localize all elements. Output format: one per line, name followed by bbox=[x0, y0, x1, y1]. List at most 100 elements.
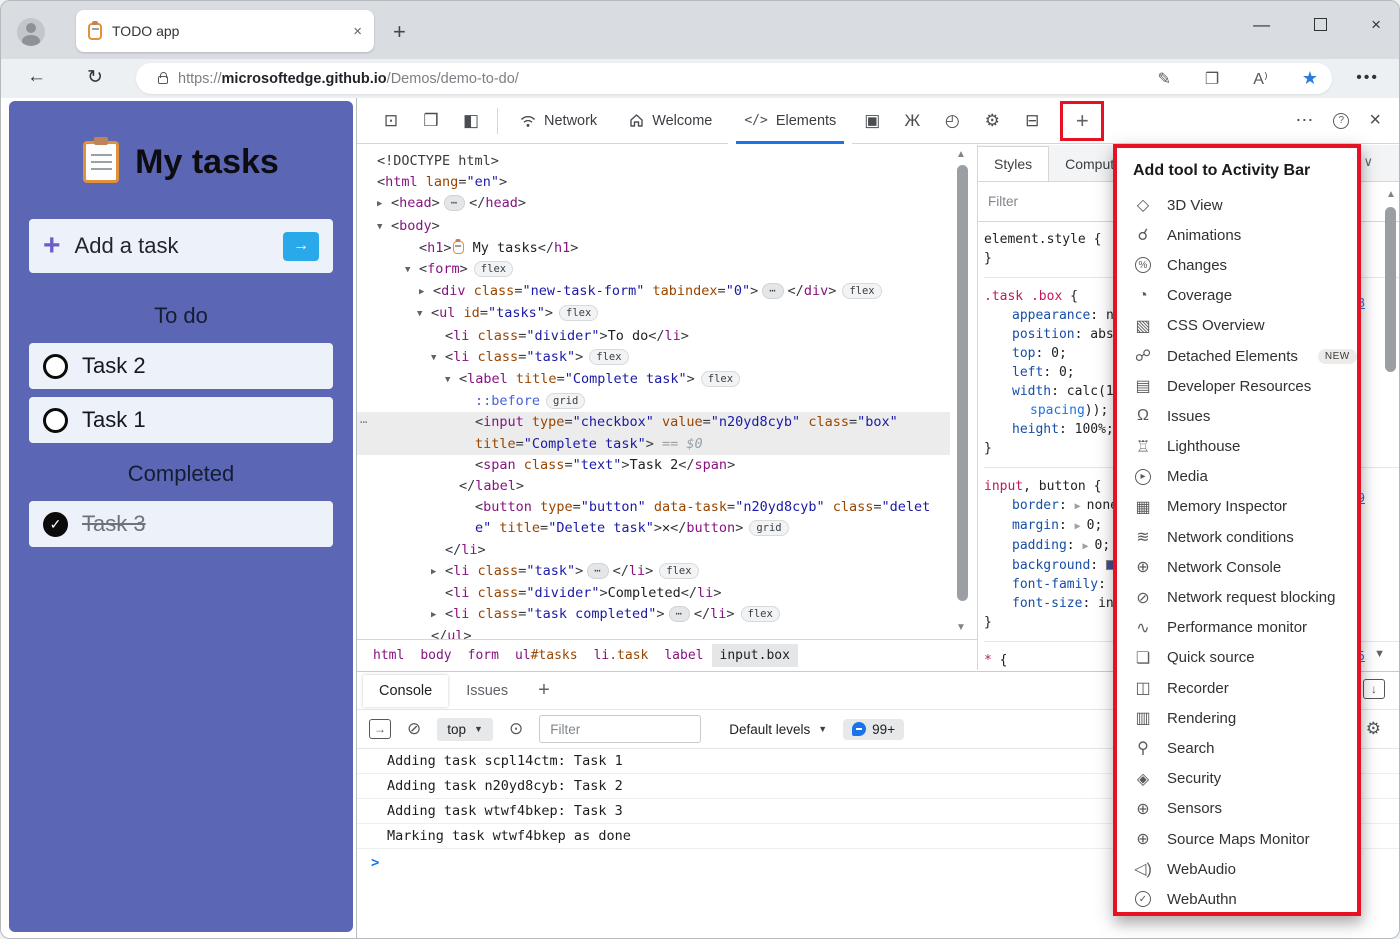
menu-item-search[interactable]: ⚲Search bbox=[1131, 733, 1357, 763]
layout-badge[interactable]: grid bbox=[546, 393, 585, 409]
device-emulation-icon[interactable]: ❒ bbox=[411, 111, 451, 131]
dom-tree-line[interactable]: <html lang="en"> bbox=[357, 172, 950, 193]
console-sidebar-icon[interactable]: → bbox=[369, 719, 391, 739]
submit-task-button[interactable]: → bbox=[283, 232, 319, 261]
tab-network[interactable]: Network bbox=[504, 98, 613, 144]
dom-tree-line[interactable]: <h1> My tasks</h1> bbox=[357, 238, 950, 259]
dom-tree-line[interactable]: <li class="divider">To do</li> bbox=[357, 326, 950, 347]
tab-close-icon[interactable]: × bbox=[353, 23, 362, 40]
breadcrumb-item[interactable]: body bbox=[412, 644, 459, 667]
window-minimize-button[interactable]: — bbox=[1253, 15, 1270, 35]
layout-badge[interactable]: flex bbox=[589, 349, 628, 365]
collapsed-dots-icon[interactable]: ⋯ bbox=[669, 606, 690, 622]
dom-tree-line[interactable]: ▶<li class="task">⋯</li>flex bbox=[357, 561, 950, 583]
menu-item-source-maps-monitor[interactable]: ⊕Source Maps Monitor bbox=[1131, 824, 1357, 854]
menu-item-css-overview[interactable]: ▧CSS Overview bbox=[1131, 311, 1357, 341]
console-drawer-icon[interactable]: ▣ bbox=[852, 111, 892, 131]
dom-tree-line[interactable]: <button type="button" data-task="n20yd8c… bbox=[357, 497, 950, 518]
menu-item-quick-source[interactable]: ❏Quick source bbox=[1131, 643, 1357, 673]
checkbox-circle-icon[interactable] bbox=[43, 354, 68, 379]
tab-issues[interactable]: Issues bbox=[450, 675, 524, 707]
menu-item-network-console[interactable]: ⊕Network Console bbox=[1131, 552, 1357, 582]
breadcrumb-item[interactable]: label bbox=[656, 644, 711, 667]
menu-item-issues[interactable]: ΩIssues bbox=[1131, 401, 1357, 431]
refresh-button[interactable]: ↻ bbox=[87, 66, 103, 89]
favorite-star-icon[interactable]: ★ bbox=[1302, 68, 1318, 89]
menu-item-network-request-blocking[interactable]: ⊘Network request blocking bbox=[1131, 582, 1357, 612]
dom-tree-line[interactable]: title="Complete task"> == $0 bbox=[357, 434, 950, 455]
scroll-down-icon[interactable]: ▼ bbox=[956, 622, 966, 633]
live-expression-eye-icon[interactable]: ⊙ bbox=[509, 719, 523, 739]
dom-tree-line[interactable]: ▼<form>flex bbox=[357, 259, 950, 281]
add-drawer-tab-button[interactable]: + bbox=[526, 679, 562, 702]
dom-tree-line[interactable]: ▼<ul id="tasks">flex bbox=[357, 303, 950, 325]
expand-arrow-icon[interactable]: ▶ bbox=[419, 282, 433, 303]
collapse-arrow-icon[interactable]: ▼ bbox=[405, 260, 419, 281]
dom-tree-line[interactable]: ▶<div class="new-task-form" tabindex="0"… bbox=[357, 281, 950, 303]
profile-avatar[interactable] bbox=[17, 18, 45, 46]
expand-arrow-icon[interactable]: ▶ bbox=[431, 562, 445, 583]
tab-welcome[interactable]: Welcome bbox=[613, 98, 728, 144]
dom-tree-line[interactable]: ▼<li class="task">flex bbox=[357, 347, 950, 369]
layout-badge[interactable]: flex bbox=[741, 606, 780, 622]
dom-tree-line[interactable]: <li class="divider">Completed</li> bbox=[357, 583, 950, 604]
edit-page-icon[interactable]: ✎ bbox=[1158, 69, 1171, 89]
menu-item-performance-monitor[interactable]: ∿Performance monitor bbox=[1131, 613, 1357, 643]
performance-gauge-icon[interactable]: ◴ bbox=[932, 111, 972, 131]
dom-tree-line[interactable]: e" title="Delete task">✕</button>grid bbox=[357, 518, 950, 539]
dock-drawer-icon[interactable]: ↓ bbox=[1363, 679, 1385, 699]
task-row-completed[interactable]: ✓ Task 3 bbox=[29, 501, 333, 547]
task-row[interactable]: Task 2 bbox=[29, 343, 333, 389]
read-aloud-icon[interactable]: A⁾ bbox=[1253, 69, 1268, 89]
collapsed-dots-icon[interactable]: ⋯ bbox=[444, 195, 465, 211]
menu-item-changes[interactable]: %Changes bbox=[1131, 250, 1357, 280]
window-maximize-button[interactable] bbox=[1314, 18, 1327, 31]
menu-item-memory-inspector[interactable]: ▦Memory Inspector bbox=[1131, 492, 1357, 522]
dom-tree-line[interactable]: ::beforegrid bbox=[357, 391, 950, 412]
dom-tree-line[interactable]: </ul> bbox=[357, 626, 950, 639]
dom-tree-line[interactable]: </li> bbox=[357, 540, 950, 561]
collapse-arrow-icon[interactable]: ▼ bbox=[417, 304, 431, 325]
dom-tree-line[interactable]: ▶<li class="task completed">⋯</li>flex bbox=[357, 604, 950, 626]
back-button[interactable]: ← bbox=[27, 66, 46, 88]
menu-item-security[interactable]: ◈Security bbox=[1131, 764, 1357, 794]
scrollbar-thumb[interactable] bbox=[957, 165, 968, 601]
menu-item-animations[interactable]: ☌Animations bbox=[1131, 220, 1357, 250]
menu-item-recorder[interactable]: ◫Recorder bbox=[1131, 673, 1357, 703]
menu-item-webauthn[interactable]: ✓WebAuthn bbox=[1131, 884, 1357, 912]
menu-item-lighthouse[interactable]: ♖Lighthouse bbox=[1131, 432, 1357, 462]
tab-styles[interactable]: Styles bbox=[978, 146, 1049, 181]
dom-tree-line[interactable]: <!DOCTYPE html> bbox=[357, 151, 950, 172]
dom-tree-line[interactable]: ▼<body> bbox=[357, 216, 950, 238]
checkbox-checked-icon[interactable]: ✓ bbox=[43, 512, 68, 537]
issues-bug-icon[interactable]: Ж bbox=[892, 111, 932, 131]
devtools-help-icon[interactable]: ? bbox=[1333, 113, 1349, 129]
console-filter-input[interactable]: Filter bbox=[539, 715, 701, 743]
elements-scrollbar[interactable]: ▲ ▼ bbox=[950, 145, 976, 639]
elements-tree[interactable]: <!DOCTYPE html><html lang="en">▶<head>⋯<… bbox=[357, 145, 950, 639]
breadcrumb-item[interactable]: input.box bbox=[712, 644, 798, 667]
layout-panel-icon[interactable]: ⊟ bbox=[1012, 111, 1052, 131]
layout-badge[interactable]: grid bbox=[749, 520, 788, 536]
collapsed-dots-icon[interactable]: ⋯ bbox=[762, 283, 783, 299]
scroll-up-icon[interactable]: ▲ bbox=[1386, 189, 1396, 200]
devtools-close-icon[interactable]: × bbox=[1369, 109, 1381, 132]
menu-item-rendering[interactable]: ▥Rendering bbox=[1131, 703, 1357, 733]
dom-tree-line[interactable]: </label> bbox=[357, 476, 950, 497]
breadcrumb-item[interactable]: form bbox=[460, 644, 507, 667]
log-levels-dropdown[interactable]: Default levels▼ bbox=[729, 722, 827, 737]
node-options-icon[interactable]: ⋯ bbox=[360, 412, 368, 433]
chevron-down-icon[interactable]: ∨ bbox=[1363, 154, 1373, 170]
tab-elements[interactable]: </> Elements bbox=[728, 98, 852, 144]
layout-badge[interactable]: flex bbox=[659, 563, 698, 579]
add-task-label[interactable]: Add a task bbox=[75, 233, 269, 259]
layout-badge[interactable]: flex bbox=[474, 261, 513, 277]
menu-item-webaudio[interactable]: ◁)WebAudio bbox=[1131, 854, 1357, 884]
dom-tree-line[interactable]: ▼<label title="Complete task">flex bbox=[357, 369, 950, 391]
scrollbar-thumb[interactable] bbox=[1385, 207, 1396, 372]
menu-item-3d-view[interactable]: ◇3D View bbox=[1131, 190, 1357, 220]
breadcrumb-item[interactable]: html bbox=[365, 644, 412, 667]
styles-scrollbar[interactable]: ▲ bbox=[1385, 187, 1397, 657]
collapse-arrow-icon[interactable]: ▼ bbox=[431, 348, 445, 369]
breadcrumb-item[interactable]: ul#tasks bbox=[507, 644, 586, 667]
